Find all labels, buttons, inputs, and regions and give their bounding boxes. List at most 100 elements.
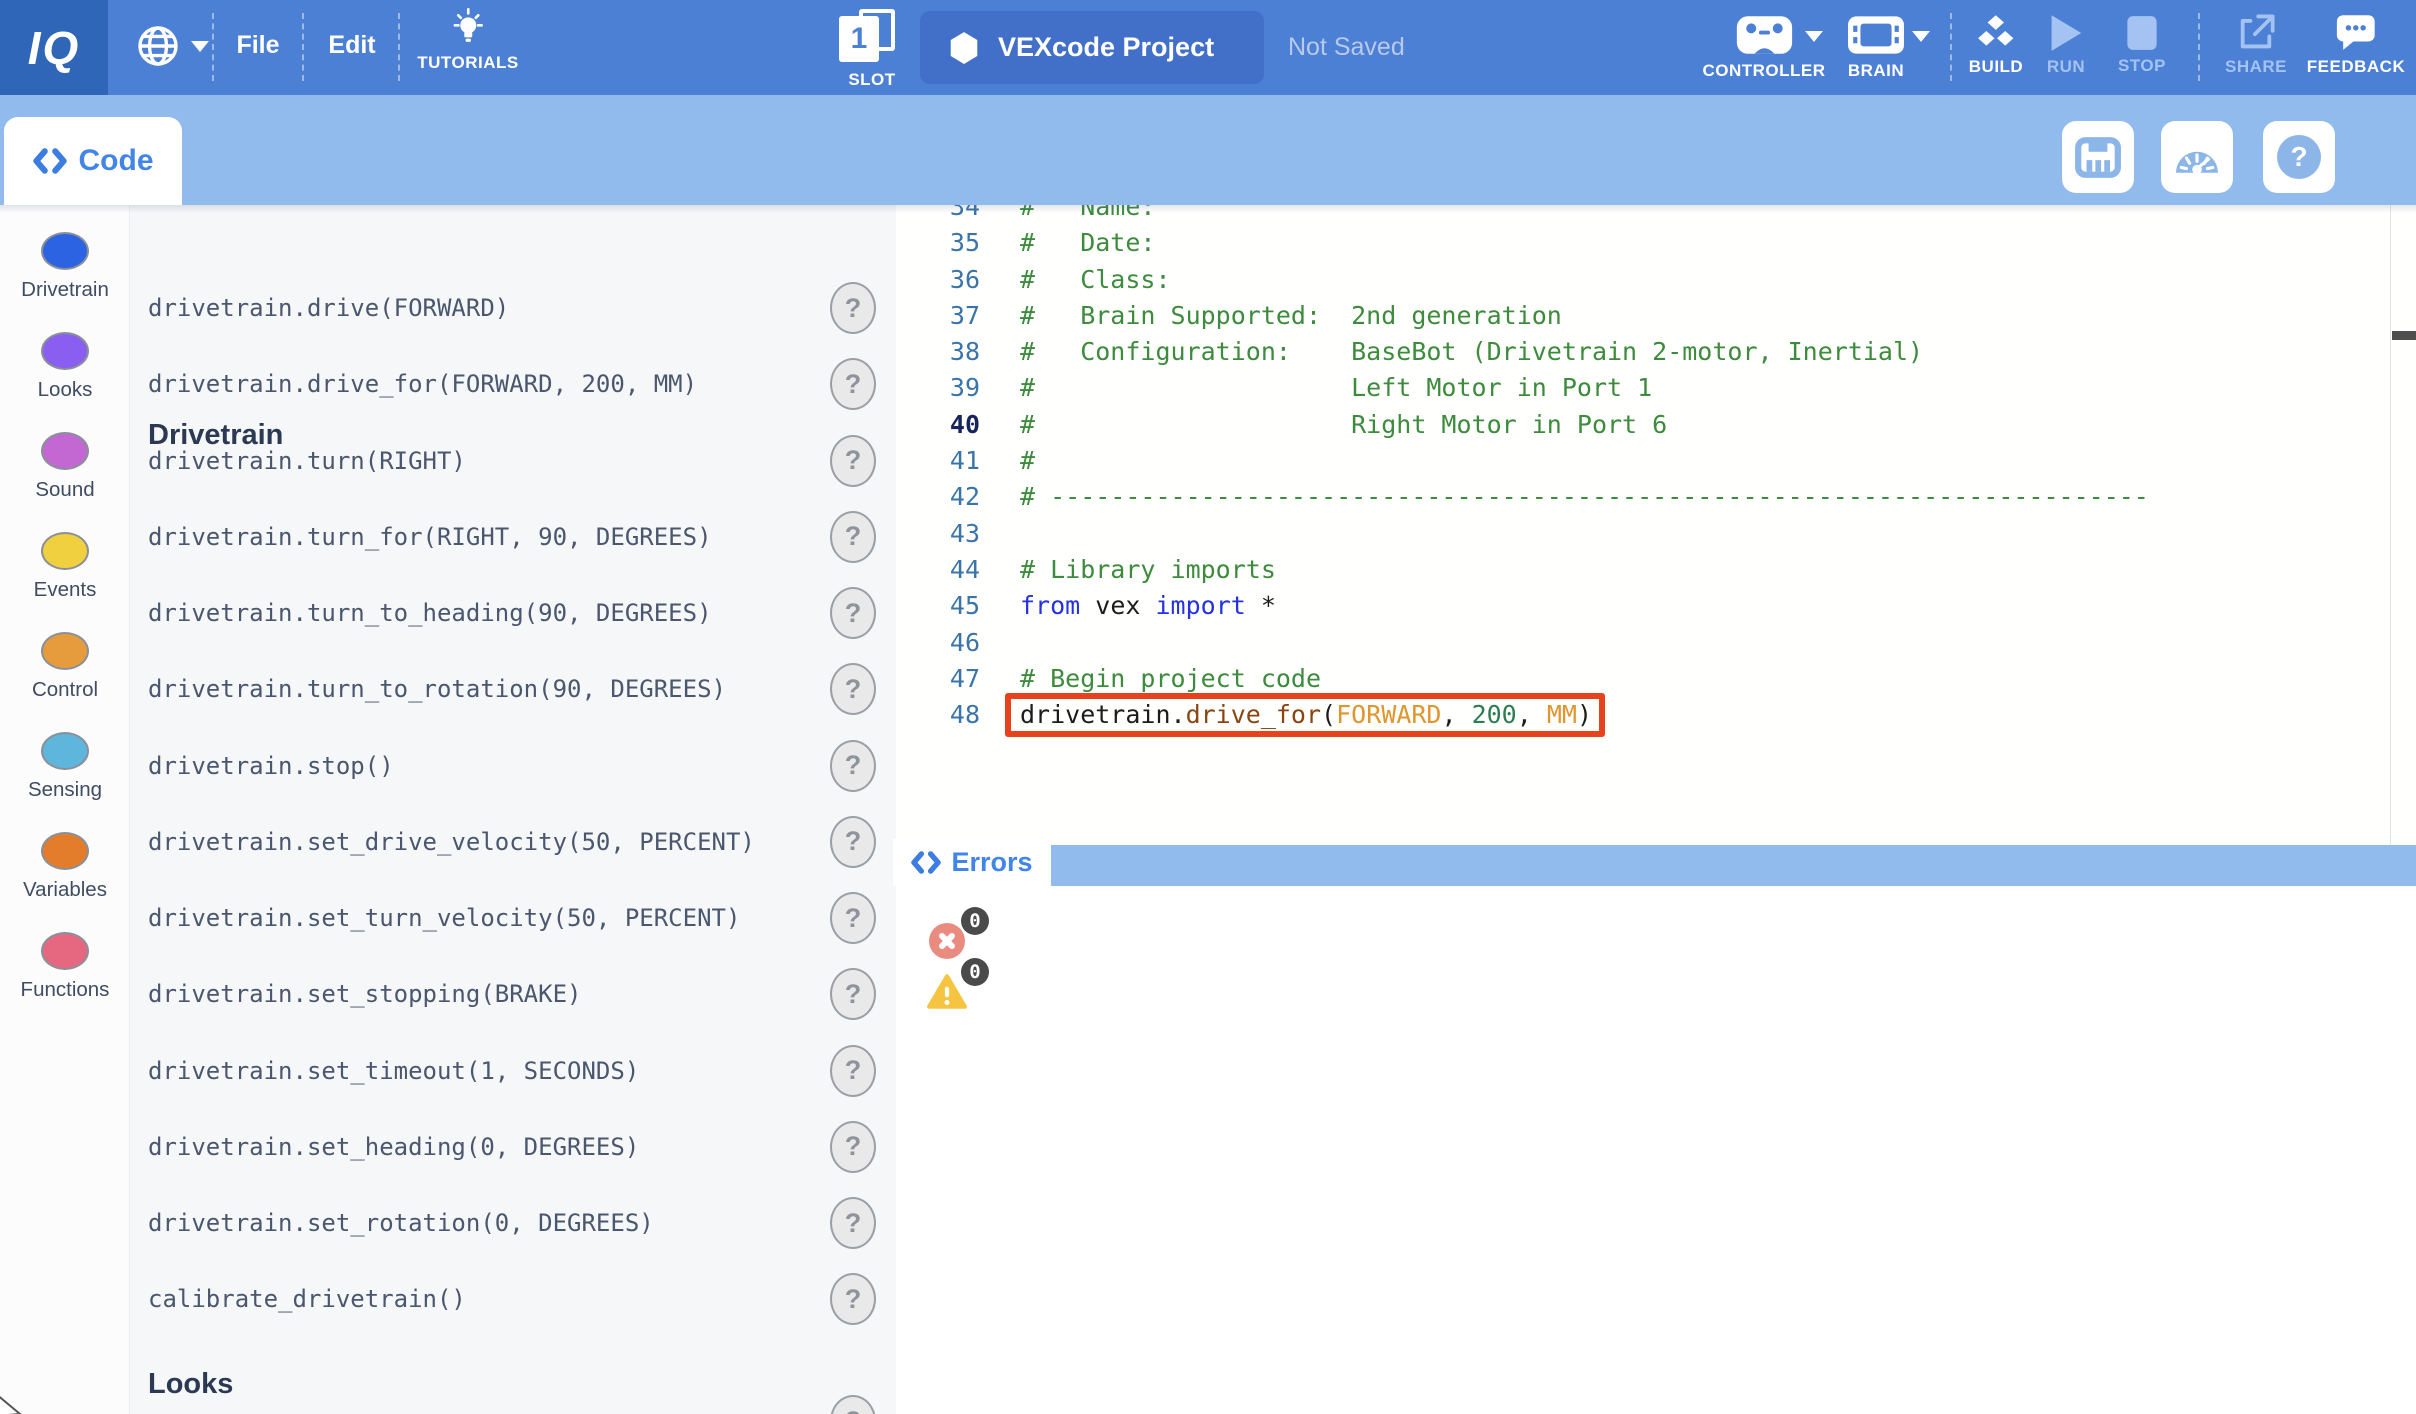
device-info-button[interactable] — [2062, 121, 2134, 193]
command-text[interactable]: drivetrain.set_stopping(BRAKE) — [148, 980, 581, 1008]
dashboard-button[interactable] — [2161, 121, 2233, 193]
sidebar-item-variables[interactable]: Variables — [0, 832, 130, 902]
help-button[interactable]: ? — [830, 1197, 876, 1249]
device-info-icon — [2074, 135, 2122, 179]
command-text[interactable]: drivetrain.set_turn_velocity(50, PERCENT… — [148, 904, 740, 932]
vexcode-iq-window: IQ File Edit — [0, 0, 2416, 1414]
code-text[interactable] — [980, 516, 1020, 552]
command-row: drivetrain.turn_to_rotation(90, DEGREES)… — [130, 663, 896, 715]
command-row: drivetrain.set_drive_velocity(50, PERCEN… — [130, 816, 896, 868]
command-row: drivetrain.turn(RIGHT)? — [130, 435, 896, 487]
command-text[interactable]: drivetrain.drive(FORWARD) — [148, 294, 509, 322]
warning-count-badge: 0 — [961, 958, 989, 986]
code-text[interactable]: # Name: — [980, 205, 1155, 225]
sidebar-item-drivetrain[interactable]: Drivetrain — [0, 232, 130, 302]
tab-code[interactable]: Code — [4, 117, 182, 205]
menu-separator — [212, 13, 214, 81]
sidebar-item-events[interactable]: Events — [0, 532, 130, 602]
code-text[interactable]: # Right Motor in Port 6 — [980, 407, 1667, 443]
code-text[interactable]: # Left Motor in Port 1 — [980, 370, 1652, 406]
sidebar-item-functions[interactable]: Functions — [0, 932, 130, 1002]
line-number: 41 — [896, 443, 980, 479]
controller-button[interactable]: CONTROLLER — [1702, 14, 1825, 81]
code-text[interactable]: # Date: — [980, 225, 1155, 261]
slot-icon: 1 — [839, 9, 905, 65]
code-line: 39# Left Motor in Port 1 — [896, 370, 2416, 406]
help-button[interactable]: ? — [830, 968, 876, 1020]
help-button[interactable]: ? — [830, 1045, 876, 1097]
help-button[interactable]: ? — [830, 663, 876, 715]
help-button[interactable]: ? — [830, 435, 876, 487]
scrollbar-thumb[interactable] — [2392, 331, 2416, 340]
help-button[interactable]: ? — [830, 816, 876, 868]
code-text[interactable]: # Library imports — [980, 552, 1276, 588]
help-button[interactable]: ? — [830, 1273, 876, 1325]
help-icon: ? — [2277, 135, 2321, 179]
tab-errors[interactable]: Errors — [893, 839, 1051, 886]
code-text[interactable]: # Begin project code — [980, 661, 1321, 697]
code-text[interactable]: # --------------------------------------… — [980, 479, 2149, 515]
code-text[interactable]: # Brain Supported: 2nd generation — [980, 298, 1562, 334]
command-text[interactable]: drivetrain.set_timeout(1, SECONDS) — [148, 1057, 639, 1085]
command-text[interactable]: drivetrain.turn(RIGHT) — [148, 447, 466, 475]
help-button[interactable]: ? — [830, 892, 876, 944]
command-text[interactable]: drivetrain.set_drive_velocity(50, PERCEN… — [148, 828, 755, 856]
scrollbar-track — [2390, 205, 2391, 845]
line-number: 43 — [896, 516, 980, 552]
command-text[interactable]: drivetrain.turn_for(RIGHT, 90, DEGREES) — [148, 523, 712, 551]
build-button[interactable]: BUILD — [1969, 12, 2023, 77]
save-status: Not Saved — [1288, 33, 1405, 62]
command-text[interactable]: drivetrain.turn_to_rotation(90, DEGREES) — [148, 675, 726, 703]
controller-label: CONTROLLER — [1702, 61, 1825, 81]
code-text[interactable] — [980, 625, 1020, 661]
help-button[interactable]: ? — [830, 511, 876, 563]
code-brackets-icon — [33, 148, 67, 174]
category-dot — [41, 532, 89, 570]
stop-button[interactable]: STOP — [2118, 15, 2166, 76]
run-button[interactable]: RUN — [2047, 14, 2085, 77]
help-button[interactable]: ? — [830, 587, 876, 639]
help-button[interactable]: ? — [830, 282, 876, 334]
code-text[interactable]: from vex import * — [980, 588, 1276, 624]
help-button[interactable]: ? — [830, 740, 876, 792]
category-dot — [41, 732, 89, 770]
project-name-button[interactable]: VEXcode Project — [920, 11, 1264, 84]
brain-button[interactable]: BRAIN — [1847, 14, 1905, 81]
file-menu[interactable]: File — [236, 31, 279, 60]
command-text[interactable]: drivetrain.drive_for(FORWARD, 200, MM) — [148, 370, 697, 398]
command-text[interactable]: drivetrain.turn_to_heading(90, DEGREES) — [148, 599, 712, 627]
edit-menu[interactable]: Edit — [328, 31, 375, 60]
project-name: VEXcode Project — [998, 32, 1214, 63]
chevron-down-icon[interactable] — [191, 41, 209, 52]
code-text[interactable]: # — [980, 443, 1035, 479]
menu-separator — [302, 13, 304, 81]
chevron-down-icon[interactable] — [1805, 31, 1823, 42]
sidebar-item-looks[interactable]: Looks — [0, 332, 130, 402]
chevron-down-icon[interactable] — [1912, 31, 1930, 42]
gauge-icon — [2172, 136, 2222, 178]
help-button[interactable]: ? — [830, 1395, 876, 1414]
help-button[interactable]: ? — [830, 358, 876, 410]
slot-button[interactable]: 1 SLOT — [839, 9, 905, 90]
command-text[interactable]: drivetrain.set_rotation(0, DEGREES) — [148, 1209, 654, 1237]
feedback-button[interactable]: FEEDBACK — [2307, 12, 2405, 77]
brain-label: BRAIN — [1848, 61, 1904, 81]
share-button[interactable]: SHARE — [2225, 12, 2287, 77]
sidebar-item-sensing[interactable]: Sensing — [0, 732, 130, 802]
error-count-badge: 0 — [961, 907, 989, 935]
command-row: drivetrain.set_turn_velocity(50, PERCENT… — [130, 892, 896, 944]
sidebar-item-control[interactable]: Control — [0, 632, 130, 702]
help-button[interactable]: ? — [830, 1121, 876, 1173]
code-editor[interactable]: 34# Name:35# Date:36# Class:37# Brain Su… — [896, 205, 2416, 846]
sidebar-item-sound[interactable]: Sound — [0, 432, 130, 502]
command-text[interactable]: drivetrain.set_heading(0, DEGREES) — [148, 1133, 639, 1161]
code-line: 44# Library imports — [896, 552, 2416, 588]
code-text[interactable]: drivetrain.drive_for(FORWARD, 200, MM) — [980, 697, 1592, 733]
command-text[interactable]: calibrate_drivetrain() — [148, 1285, 466, 1313]
command-text[interactable]: drivetrain.stop() — [148, 752, 394, 780]
tutorials-button[interactable]: TUTORIALS — [417, 8, 518, 73]
code-text[interactable]: # Configuration: BaseBot (Drivetrain 2-m… — [980, 334, 1923, 370]
help-button-toolbar[interactable]: ? — [2263, 121, 2335, 193]
code-text[interactable]: # Class: — [980, 262, 1171, 298]
language-button[interactable] — [134, 22, 182, 75]
